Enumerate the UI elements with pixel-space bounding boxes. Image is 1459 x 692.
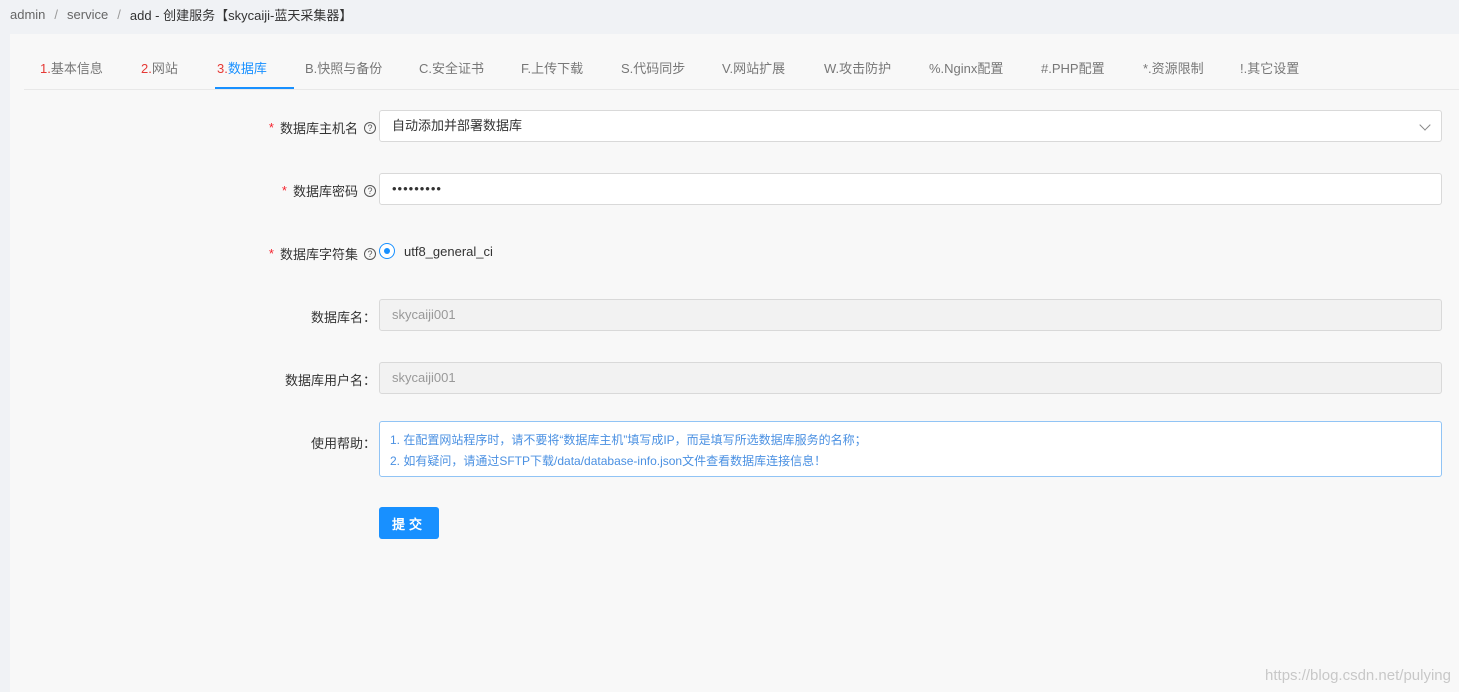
tab-basic-info[interactable]: 1.基本信息 xyxy=(40,34,103,90)
tab-site-extension[interactable]: V.网站扩展 xyxy=(722,34,785,90)
charset-label: * 数据库字符集? xyxy=(269,244,376,263)
breadcrumb-service[interactable]: service xyxy=(67,7,108,22)
tab-database[interactable]: 3.数据库 xyxy=(217,34,267,90)
dbuser-label: 数据库用户名： xyxy=(284,373,376,388)
active-tab-indicator xyxy=(215,87,294,89)
tab-php-config[interactable]: #.PHP配置 xyxy=(1041,34,1105,90)
tab-other-settings[interactable]: !.其它设置 xyxy=(1240,34,1299,90)
watermark: https://blog.csdn.net/pulying xyxy=(1265,667,1451,684)
help-label: 使用帮助： xyxy=(310,436,376,451)
form-row-password: * 数据库密码? ••••••••• xyxy=(10,173,1459,205)
password-input[interactable]: ••••••••• xyxy=(379,173,1442,205)
tab-nginx-config[interactable]: %.Nginx配置 xyxy=(929,34,1003,90)
help-line-2: 2. 如有疑问，请通过SFTP下载/data/database-info.jso… xyxy=(390,454,827,468)
form-row-help: 使用帮助： 1. 在配置网站程序时，请不要将“数据库主机”填写成IP，而是填写所… xyxy=(10,421,1459,477)
chevron-down-icon xyxy=(1419,119,1431,131)
question-icon[interactable]: ? xyxy=(364,247,376,260)
tab-code-sync[interactable]: S.代码同步 xyxy=(621,34,685,90)
password-label: * 数据库密码? xyxy=(282,181,376,200)
charset-option-label: utf8_general_ci xyxy=(404,243,493,259)
dbuser-input: skycaiji001 xyxy=(379,362,1442,394)
breadcrumb: admin / service / add - 创建服务【skycaiji-蓝天… xyxy=(10,5,352,23)
help-text-box: 1. 在配置网站程序时，请不要将“数据库主机”填写成IP，而是填写所选数据库服务… xyxy=(379,421,1442,477)
dbname-label: 数据库名： xyxy=(310,310,376,325)
tab-upload-download[interactable]: F.上传下载 xyxy=(521,34,583,90)
help-line-1: 1. 在配置网站程序时，请不要将“数据库主机”填写成IP，而是填写所选数据库服务… xyxy=(390,433,867,447)
host-label: * 数据库主机名? xyxy=(269,118,376,137)
form-row-dbname: 数据库名： skycaiji001 xyxy=(10,299,1459,331)
tab-resource-limit[interactable]: *.资源限制 xyxy=(1143,34,1204,90)
breadcrumb-current: add - 创建服务【skycaiji-蓝天采集器】 xyxy=(129,7,353,23)
form-row-dbuser: 数据库用户名： skycaiji001 xyxy=(10,362,1459,394)
breadcrumb-separator: / xyxy=(117,6,121,22)
breadcrumb-admin[interactable]: admin xyxy=(10,7,45,22)
question-icon[interactable]: ? xyxy=(364,184,376,197)
charset-radio[interactable]: utf8_general_ci xyxy=(379,243,493,259)
form-row-host: * 数据库主机名? 自动添加并部署数据库 xyxy=(10,110,1459,142)
form-row-charset: * 数据库字符集? utf8_general_ci xyxy=(10,236,1459,268)
radio-selected-icon[interactable] xyxy=(379,243,395,259)
tab-bar: 1.基本信息 2.网站 3.数据库 B.快照与备份 C.安全证书 F.上传下载 … xyxy=(24,34,1459,90)
breadcrumb-separator: / xyxy=(54,6,59,22)
question-icon[interactable]: ? xyxy=(364,121,376,134)
dbname-input: skycaiji001 xyxy=(379,299,1442,331)
tab-attack-protection[interactable]: W.攻击防护 xyxy=(824,34,891,90)
tab-ssl-cert[interactable]: C.安全证书 xyxy=(419,34,484,90)
submit-button[interactable]: 提交 xyxy=(379,507,439,539)
form-card: 1.基本信息 2.网站 3.数据库 B.快照与备份 C.安全证书 F.上传下载 … xyxy=(10,34,1459,692)
tab-website[interactable]: 2.网站 xyxy=(141,34,178,90)
host-select[interactable]: 自动添加并部署数据库 xyxy=(379,110,1442,142)
tab-snapshot-backup[interactable]: B.快照与备份 xyxy=(305,34,382,90)
